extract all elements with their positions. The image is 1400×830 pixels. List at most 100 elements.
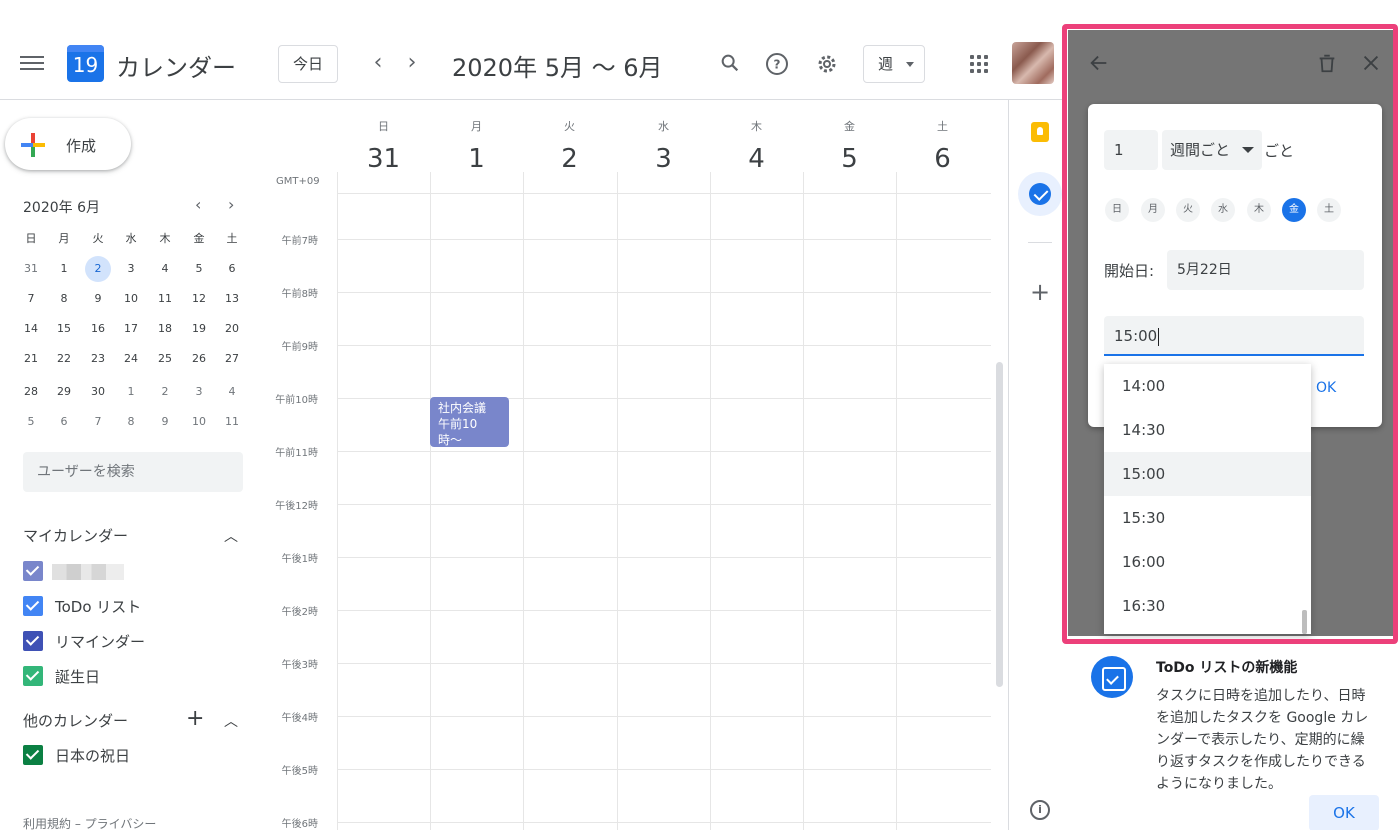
day-header[interactable]: 日 31 — [337, 118, 430, 174]
day-number: 1 — [468, 144, 485, 174]
day-column-line — [710, 172, 711, 830]
mini-day[interactable]: 18 — [152, 318, 178, 340]
mini-day[interactable]: 13 — [219, 288, 245, 310]
mini-dow-label: 月 — [58, 232, 70, 245]
hour-line — [337, 239, 991, 240]
mini-day[interactable]: 26 — [186, 348, 212, 370]
mini-day[interactable]: 6 — [51, 411, 77, 433]
mini-day[interactable]: 4 — [219, 381, 245, 403]
chevron-up-icon[interactable]: ︿ — [224, 526, 238, 546]
mini-day-selected[interactable]: 2 — [85, 256, 111, 282]
mini-day[interactable]: 1 — [51, 258, 77, 280]
help-icon[interactable]: ? — [765, 52, 789, 76]
mini-day[interactable]: 21 — [18, 348, 44, 370]
time-label: 午後6時 — [281, 819, 318, 830]
calendar-checkbox[interactable] — [23, 596, 43, 616]
mini-day[interactable]: 11 — [152, 288, 178, 310]
calendar-checkbox[interactable] — [23, 745, 43, 765]
mini-day[interactable]: 5 — [18, 411, 44, 433]
chevron-up-icon[interactable]: ︿ — [224, 711, 238, 731]
main-menu-icon[interactable] — [20, 52, 44, 76]
tasks-icon[interactable] — [1018, 172, 1062, 216]
mini-day[interactable]: 7 — [18, 288, 44, 310]
mini-day[interactable]: 16 — [85, 318, 111, 340]
prev-week-icon[interactable]: ‹ — [366, 50, 390, 75]
add-addon-icon[interactable]: + — [1030, 278, 1050, 306]
time-label: 午前9時 — [281, 342, 318, 353]
mini-day[interactable]: 31 — [18, 258, 44, 280]
info-icon[interactable]: i — [1030, 800, 1050, 820]
grid-scrollbar[interactable] — [996, 362, 1003, 687]
mini-day[interactable]: 30 — [85, 381, 111, 403]
hour-line — [337, 716, 991, 717]
mini-day[interactable]: 1 — [118, 381, 144, 403]
keep-icon[interactable] — [1031, 122, 1049, 142]
time-label: 午後3時 — [281, 660, 318, 671]
apps-grid-icon[interactable] — [970, 55, 988, 73]
mini-day[interactable]: 2 — [152, 381, 178, 403]
mini-day[interactable]: 22 — [51, 348, 77, 370]
create-label: 作成 — [66, 137, 97, 155]
mini-day[interactable]: 12 — [186, 288, 212, 310]
settings-gear-icon[interactable] — [815, 52, 839, 76]
hour-line — [337, 504, 991, 505]
strip-divider — [1028, 242, 1052, 243]
calendar-checkbox[interactable] — [23, 631, 43, 651]
mini-next-month-icon[interactable]: › — [228, 195, 234, 214]
mini-day[interactable]: 7 — [85, 411, 111, 433]
day-header[interactable]: 金5 — [803, 118, 896, 174]
mini-day[interactable]: 11 — [219, 411, 245, 433]
tip-ok-button[interactable]: OK — [1309, 795, 1379, 830]
today-button[interactable]: 今日 — [278, 45, 338, 83]
calendar-checkbox[interactable] — [23, 561, 43, 581]
mini-day[interactable]: 15 — [51, 318, 77, 340]
svg-text:?: ? — [774, 58, 781, 72]
mini-day[interactable]: 14 — [18, 318, 44, 340]
mini-day[interactable]: 3 — [186, 381, 212, 403]
time-label: 午前8時 — [281, 289, 318, 300]
event-chip[interactable]: 社内会議 午前10時〜 — [430, 397, 509, 447]
mini-day[interactable]: 20 — [219, 318, 245, 340]
day-header[interactable]: 水3 — [617, 118, 710, 174]
search-users-input[interactable]: ユーザーを検索 — [23, 452, 243, 492]
search-icon[interactable] — [718, 52, 742, 76]
task-check-icon — [1091, 656, 1133, 698]
day-number: 5 — [841, 144, 858, 174]
day-header[interactable]: 土6 — [896, 118, 989, 174]
mini-day[interactable]: 29 — [51, 381, 77, 403]
day-column-line — [337, 172, 338, 830]
view-select[interactable]: 週 — [863, 45, 925, 83]
mini-day[interactable]: 24 — [118, 348, 144, 370]
day-header[interactable]: 火2 — [523, 118, 616, 174]
day-header[interactable]: 月1 — [430, 118, 523, 174]
calendar-checkbox[interactable] — [23, 666, 43, 686]
timezone-label: GMT+09 — [276, 176, 320, 187]
mini-day[interactable]: 8 — [51, 288, 77, 310]
mini-day[interactable]: 8 — [118, 411, 144, 433]
mini-day[interactable]: 4 — [152, 258, 178, 280]
mini-day[interactable]: 25 — [152, 348, 178, 370]
account-avatar[interactable] — [1012, 42, 1054, 84]
mini-day[interactable]: 23 — [85, 348, 111, 370]
add-calendar-icon[interactable]: + — [186, 706, 204, 731]
mini-day[interactable]: 9 — [85, 288, 111, 310]
next-week-icon[interactable]: › — [400, 50, 424, 75]
mini-day[interactable]: 10 — [186, 411, 212, 433]
mini-day[interactable]: 3 — [118, 258, 144, 280]
mini-day[interactable]: 5 — [186, 258, 212, 280]
other-calendars-title[interactable]: 他のカレンダー — [23, 710, 128, 731]
mini-day[interactable]: 6 — [219, 258, 245, 280]
mini-day[interactable]: 19 — [186, 318, 212, 340]
footer-links[interactable]: 利用規約 – プライバシー — [23, 815, 156, 830]
mini-day[interactable]: 9 — [152, 411, 178, 433]
mini-dow-label: 水 — [125, 232, 137, 245]
time-label: 午前10時 — [275, 395, 318, 406]
day-header[interactable]: 木4 — [710, 118, 803, 174]
day-column-line — [430, 172, 431, 830]
my-calendars-title[interactable]: マイカレンダー — [23, 525, 128, 546]
mini-day[interactable]: 17 — [118, 318, 144, 340]
mini-day[interactable]: 27 — [219, 348, 245, 370]
mini-day[interactable]: 28 — [18, 381, 44, 403]
mini-prev-month-icon[interactable]: ‹ — [195, 195, 201, 214]
mini-day[interactable]: 10 — [118, 288, 144, 310]
